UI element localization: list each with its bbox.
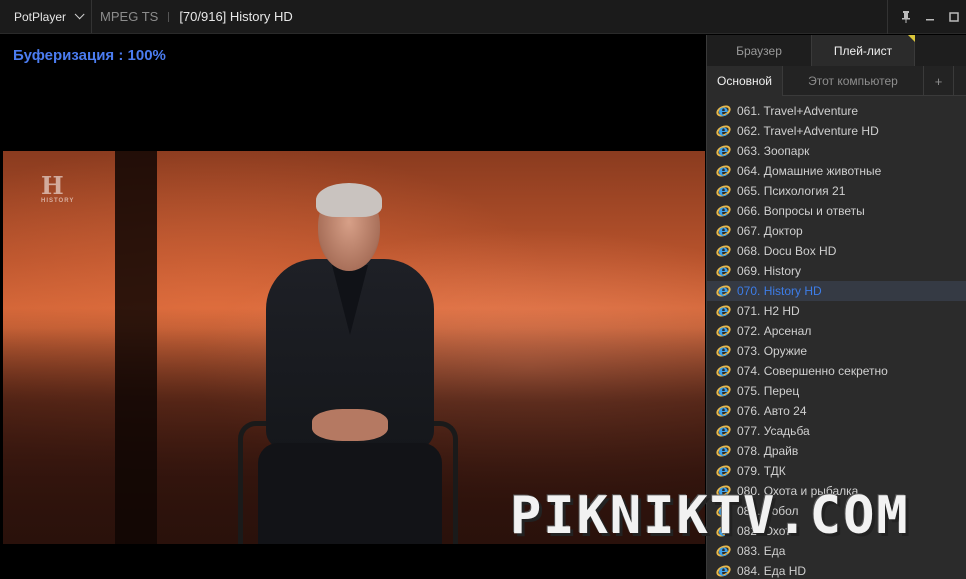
- internet-explorer-icon: e: [714, 282, 733, 299]
- internet-explorer-icon: e: [714, 262, 733, 279]
- internet-explorer-icon: e: [714, 102, 733, 119]
- tab-browser-label: Браузер: [736, 43, 782, 58]
- internet-explorer-icon: e: [714, 202, 733, 219]
- subtab-this-computer-label: Этот компьютер: [808, 74, 898, 88]
- watermark: PIKNIKTV.COM: [510, 486, 910, 546]
- internet-explorer-icon: e: [714, 222, 733, 239]
- playlist-item-label: 084. Еда HD: [737, 564, 807, 578]
- tab-playlist-label: Плей-лист: [833, 43, 893, 58]
- subtab-main-label: Основной: [716, 74, 772, 88]
- app-menu-button[interactable]: PotPlayer: [0, 0, 93, 33]
- title-separator: [168, 11, 170, 22]
- studio-pillar-left: [115, 151, 153, 544]
- playlist-item[interactable]: e 073. Оружие: [707, 341, 966, 361]
- playlist-item-label: 070. History HD: [737, 284, 822, 298]
- playlist-item[interactable]: e 074. Совершенно секретно: [707, 361, 966, 381]
- tab-browser[interactable]: Браузер: [707, 35, 811, 66]
- playlist-item[interactable]: e 066. Вопросы и ответы: [707, 201, 966, 221]
- tab-playlist[interactable]: Плей-лист: [811, 35, 915, 66]
- add-tab-label: +: [934, 73, 943, 89]
- playlist-item-label: 065. Психология 21: [737, 184, 846, 198]
- playlist-item[interactable]: e 077. Усадьба: [707, 421, 966, 441]
- presenter-hands: [312, 409, 388, 441]
- internet-explorer-icon: e: [714, 242, 733, 259]
- media-title: [70/916] History HD: [179, 9, 293, 24]
- subtab-this-computer[interactable]: Этот компьютер: [783, 66, 924, 96]
- pin-icon: [902, 11, 910, 23]
- internet-explorer-icon: e: [714, 402, 733, 419]
- playlist-item[interactable]: e 064. Домашние животные: [707, 161, 966, 181]
- format-label: MPEG TS: [100, 9, 159, 24]
- internet-explorer-icon: e: [714, 302, 733, 319]
- playlist-item-label: 068. Docu Box HD: [737, 244, 837, 258]
- presenter-hair: [316, 183, 382, 217]
- playlist-item[interactable]: e 071. H2 HD: [707, 301, 966, 321]
- internet-explorer-icon: e: [714, 182, 733, 199]
- playlist-item-label: 066. Вопросы и ответы: [737, 204, 865, 218]
- playlist-item[interactable]: e 076. Авто 24: [707, 401, 966, 421]
- studio-pillar-edge: [153, 151, 157, 544]
- buffering-osd: Буферизация : 100%: [13, 47, 166, 64]
- window-controls-divider: [887, 0, 888, 34]
- app-menu-label: PotPlayer: [14, 9, 67, 24]
- playlist-item-label: 078. Драйв: [737, 444, 799, 458]
- playlist-item[interactable]: e 065. Психология 21: [707, 181, 966, 201]
- pin-button[interactable]: [894, 0, 918, 34]
- channel-logo-icon: H HISTORY: [41, 171, 75, 204]
- maximize-icon: [949, 12, 959, 22]
- playlist-item-label: 075. Перец: [737, 384, 800, 398]
- playlist-item[interactable]: e 062. Travel+Adventure HD: [707, 121, 966, 141]
- playlist-item-label: 074. Совершенно секретно: [737, 364, 888, 378]
- internet-explorer-icon: e: [714, 322, 733, 339]
- internet-explorer-icon: e: [714, 442, 733, 459]
- playlist-item-label: 062. Travel+Adventure HD: [737, 124, 879, 138]
- internet-explorer-icon: e: [714, 342, 733, 359]
- playlist-item[interactable]: e 075. Перец: [707, 381, 966, 401]
- panel-tabs: Браузер Плей-лист: [707, 35, 966, 66]
- title-bar: PotPlayer MPEG TS [70/916] History HD: [0, 0, 966, 34]
- playlist-item-label: 067. Доктор: [737, 224, 803, 238]
- add-tab-button[interactable]: +: [924, 66, 954, 96]
- playlist-item-label: 077. Усадьба: [737, 424, 810, 438]
- playlist-item-label: 071. H2 HD: [737, 304, 800, 318]
- playlist-item[interactable]: e 067. Доктор: [707, 221, 966, 241]
- playlist-item-label: 069. History: [737, 264, 802, 278]
- playlist-item[interactable]: e 070. History HD: [707, 281, 966, 301]
- playlist-item-label: 079. ТДК: [737, 464, 786, 478]
- internet-explorer-icon: e: [714, 462, 733, 479]
- playlist-item[interactable]: e 068. Docu Box HD: [707, 241, 966, 261]
- playlist-item[interactable]: e 063. Зоопарк: [707, 141, 966, 161]
- playlist-item-label: 083. Еда: [737, 544, 786, 558]
- playlist-item[interactable]: e 069. History: [707, 261, 966, 281]
- playlist-item[interactable]: e 084. Еда HD: [707, 561, 966, 579]
- playlist-item-label: 076. Авто 24: [737, 404, 807, 418]
- corner-marker-icon: [908, 35, 915, 42]
- playlist-item[interactable]: e 061. Travel+Adventure: [707, 101, 966, 121]
- internet-explorer-icon: e: [714, 562, 733, 579]
- playlist-item-label: 073. Оружие: [737, 344, 808, 358]
- internet-explorer-icon: e: [714, 362, 733, 379]
- internet-explorer-icon: e: [714, 142, 733, 159]
- window-controls: [887, 0, 966, 34]
- presenter: [248, 181, 448, 544]
- playlist-item[interactable]: e 072. Арсенал: [707, 321, 966, 341]
- maximize-button[interactable]: [942, 0, 966, 34]
- chevron-down-icon: [74, 9, 85, 20]
- internet-explorer-icon: e: [714, 422, 733, 439]
- internet-explorer-icon: e: [714, 382, 733, 399]
- minimize-icon: [926, 19, 934, 21]
- playlist-item[interactable]: e 078. Драйв: [707, 441, 966, 461]
- presenter-legs: [258, 443, 442, 544]
- internet-explorer-icon: e: [714, 162, 733, 179]
- playlist-item-label: 072. Арсенал: [737, 324, 812, 338]
- internet-explorer-icon: e: [714, 122, 733, 139]
- playlist-item[interactable]: e 079. ТДК: [707, 461, 966, 481]
- subtab-main[interactable]: Основной: [707, 66, 783, 96]
- playlist-item-label: 061. Travel+Adventure: [737, 104, 859, 118]
- playlist-item-label: 063. Зоопарк: [737, 144, 810, 158]
- minimize-button[interactable]: [918, 0, 942, 34]
- playlist-item-label: 064. Домашние животные: [737, 164, 882, 178]
- playlist-subtabs: Основной Этот компьютер +: [707, 66, 966, 96]
- potplayer-window: PotPlayer MPEG TS [70/916] History HD Бу…: [0, 0, 966, 579]
